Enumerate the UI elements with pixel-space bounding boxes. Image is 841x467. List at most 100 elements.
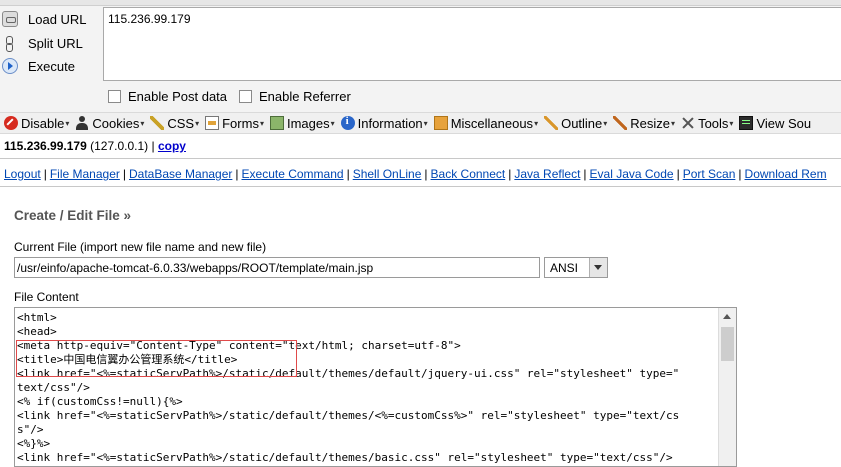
code-line: <link href="<%=staticServPath%>/static/d…	[17, 451, 673, 464]
nav-java-reflect-link[interactable]: Java Reflect	[514, 167, 580, 181]
shell-nav-bar: Logout | File Manager | DataBase Manager | Exe…	[0, 162, 841, 187]
encoding-select[interactable]: ANSI	[544, 257, 608, 278]
toolbar-resize-menu[interactable]: Resize ▾	[613, 116, 675, 131]
scrollbar-thumb[interactable]	[721, 327, 734, 361]
file-content-textarea[interactable]: <html> <head> <meta http-equiv="Content-…	[14, 307, 737, 467]
enable-post-label: Enable Post data	[128, 89, 228, 104]
toolbar-label: Tools	[698, 115, 729, 131]
top-strip	[0, 0, 841, 6]
split-url-icon	[2, 35, 18, 52]
enable-post-checkbox[interactable]	[108, 90, 121, 103]
toolbar-miscellaneous-menu[interactable]: Miscellaneous ▾	[433, 115, 539, 131]
enable-referrer-checkbox[interactable]	[239, 90, 252, 103]
dropdown-arrow-icon: ▾	[729, 118, 734, 128]
nav-download-remote-link[interactable]: Download Rem	[745, 167, 827, 181]
code-line: <html>	[17, 311, 57, 324]
information-icon	[340, 115, 355, 130]
nav-execute-command-link[interactable]: Execute Command	[242, 167, 344, 181]
enable-referrer-toggle[interactable]: Enable Referrer	[239, 89, 351, 104]
vertical-scrollbar[interactable]	[718, 308, 736, 466]
images-icon	[269, 116, 284, 130]
nav-shell-online-link[interactable]: Shell OnLine	[353, 167, 422, 181]
page-title: Create / Edit File »	[14, 208, 132, 223]
toolbar-label: Information	[357, 115, 423, 131]
nav-file-manager-link[interactable]: File Manager	[50, 167, 120, 181]
nav-separator: |	[346, 167, 350, 181]
execute-icon	[2, 58, 18, 74]
toolbar-information-menu[interactable]: Information▾	[340, 115, 428, 131]
hackbar-panel: Load URL Split URL Execute 115.236.99.17…	[0, 0, 841, 112]
nav-port-scan-link[interactable]: Port Scan	[683, 167, 736, 181]
toolbar-label: CSS	[167, 115, 195, 131]
toolbar-label: Outline	[561, 115, 603, 131]
dropdown-arrow-icon: ▾	[423, 118, 428, 128]
nav-separator: |	[424, 167, 428, 181]
code-line: <head>	[17, 325, 57, 338]
dropdown-arrow-icon: ▾	[330, 118, 335, 128]
enable-referrer-label: Enable Referrer	[259, 89, 351, 104]
nav-separator: |	[43, 167, 47, 181]
nav-eval-java-code-link[interactable]: Eval Java Code	[590, 167, 674, 181]
host-local-ip: (127.0.0.1) |	[90, 139, 155, 153]
nav-back-connect-link[interactable]: Back Connect	[431, 167, 506, 181]
dropdown-arrow-icon: ▾	[534, 118, 539, 128]
miscellaneous-icon	[433, 116, 448, 130]
nav-separator: |	[676, 167, 680, 181]
file-path-input[interactable]	[14, 257, 540, 278]
nav-database-manager-link[interactable]: DataBase Manager	[129, 167, 232, 181]
code-line: text/css"/>	[17, 381, 90, 394]
url-input[interactable]: 115.236.99.179	[103, 7, 841, 81]
view-source-icon	[739, 116, 754, 130]
toolbar-tools-menu[interactable]: Tools ▾	[681, 116, 733, 131]
host-ip: 115.236.99.179	[4, 139, 87, 153]
dropdown-arrow-icon: ▾	[140, 118, 145, 128]
tools-icon	[681, 116, 695, 130]
nav-separator: |	[508, 167, 512, 181]
file-content-label: File Content	[14, 290, 79, 304]
nav-separator: |	[235, 167, 239, 181]
nav-logout-link[interactable]: Logout	[4, 167, 41, 181]
divider	[0, 158, 841, 159]
load-url-label: Load URL	[28, 11, 87, 27]
web-developer-toolbar: Disable▾ Cookies▾ CSS▾ Forms▾ Images▾ In…	[0, 112, 841, 134]
toolbar-images-menu[interactable]: Images ▾	[269, 116, 335, 131]
toolbar-disable-menu[interactable]: Disable ▾	[4, 116, 69, 131]
nav-separator: |	[122, 167, 126, 181]
scroll-up-icon[interactable]	[719, 308, 736, 325]
dropdown-arrow-icon: ▾	[259, 118, 264, 128]
dropdown-arrow-icon: ▾	[65, 118, 70, 128]
copy-link[interactable]: copy	[158, 139, 186, 153]
enable-post-toggle[interactable]: Enable Post data	[108, 89, 227, 104]
chevron-down-icon[interactable]	[589, 258, 607, 277]
current-file-label: Current File (import new file name and n…	[14, 240, 267, 254]
shell-nav-links: Logout | File Manager | DataBase Manager | Exe…	[4, 167, 827, 181]
nav-separator: |	[738, 167, 742, 181]
load-url-button[interactable]: Load URL	[2, 8, 87, 30]
toolbar-label: Forms	[222, 115, 259, 131]
css-icon	[150, 116, 165, 130]
code-line: <% if(customCss!=null){%>	[17, 395, 183, 408]
load-url-icon	[2, 11, 18, 27]
toolbar-view-source-menu[interactable]: View Sou	[739, 116, 811, 131]
cookies-icon	[75, 116, 89, 130]
forms-icon	[205, 116, 220, 130]
toolbar-label: Resize	[630, 115, 671, 131]
code-line: s"/>	[17, 423, 44, 436]
code-line: <link href="<%=staticServPath%>/static/d…	[17, 409, 680, 422]
execute-label: Execute	[28, 58, 75, 74]
toolbar-css-menu[interactable]: CSS ▾	[150, 116, 199, 131]
toolbar-label: Miscellaneous	[450, 115, 534, 131]
toolbar-forms-menu[interactable]: Forms ▾	[205, 116, 264, 131]
outline-icon	[544, 116, 559, 130]
toolbar-label: Disable	[21, 115, 65, 131]
dropdown-arrow-icon: ▾	[195, 118, 200, 128]
toolbar-outline-menu[interactable]: Outline ▾	[544, 116, 607, 131]
toolbar-cookies-menu[interactable]: Cookies ▾	[75, 116, 144, 131]
split-url-button[interactable]: Split URL	[2, 32, 83, 54]
execute-button[interactable]: Execute	[2, 55, 75, 77]
host-info: 115.236.99.179 (127.0.0.1) | copy	[4, 139, 186, 153]
dropdown-arrow-icon: ▾	[671, 118, 676, 128]
resize-icon	[613, 116, 628, 130]
toolbar-label: Cookies	[92, 115, 140, 131]
toolbar-label: View Sou	[756, 115, 812, 131]
